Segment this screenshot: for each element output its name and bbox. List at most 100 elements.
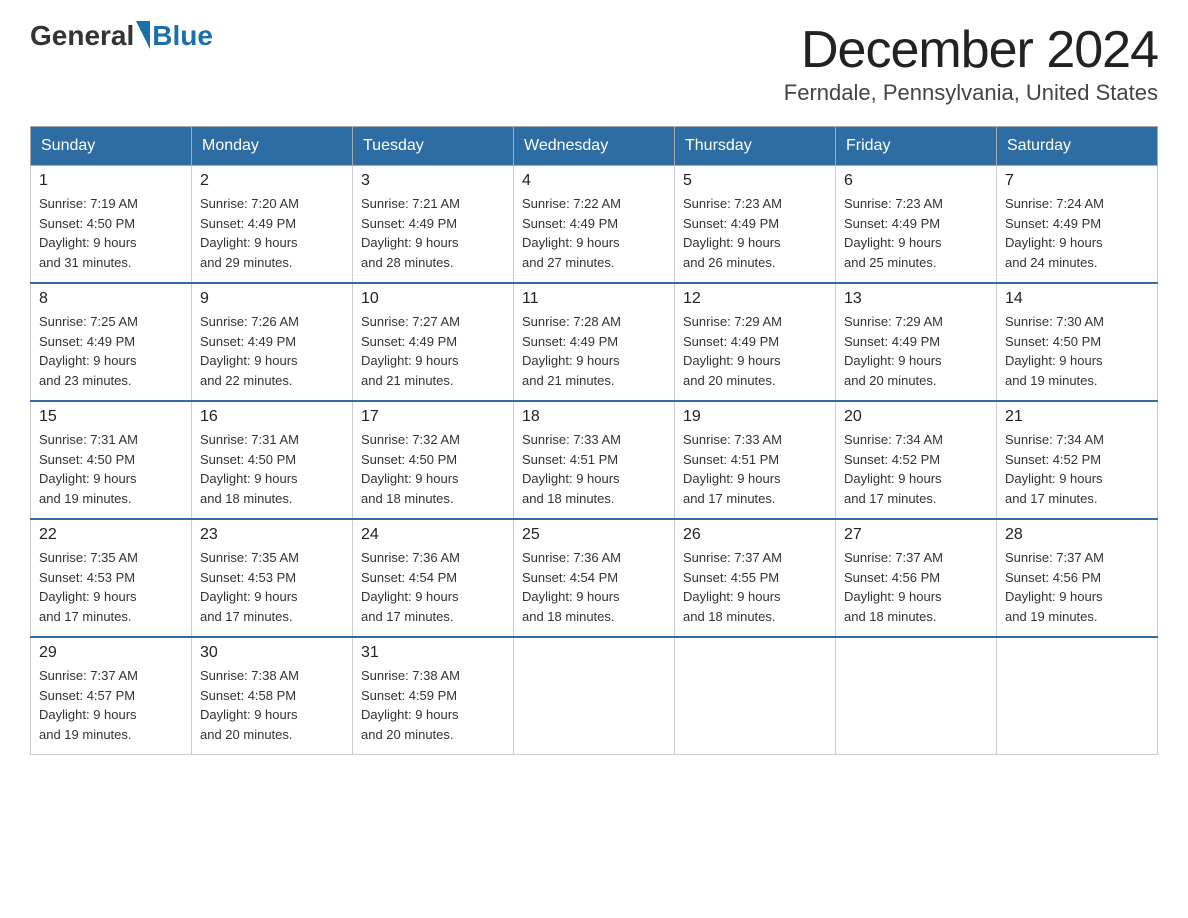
calendar-cell: 4 Sunrise: 7:22 AMSunset: 4:49 PMDaylight… <box>514 166 675 284</box>
day-info-line: Sunset: 4:50 PM <box>39 450 183 470</box>
calendar-cell: 9Sunrise: 7:26 AMSunset: 4:49 PMDaylight… <box>192 283 353 401</box>
calendar-cell: 29Sunrise: 7:37 AMSunset: 4:57 PMDayligh… <box>31 637 192 755</box>
logo-general-text: General <box>30 20 134 52</box>
day-number: 21 <box>1005 408 1149 426</box>
day-number: 22 <box>39 526 183 544</box>
day-info: Sunrise: 7:34 AMSunset: 4:52 PMDaylight:… <box>844 430 988 508</box>
day-info-line: Sunrise: 7:37 AM <box>683 548 827 568</box>
day-number: 13 <box>844 290 988 308</box>
day-info-line: Daylight: 9 hours <box>1005 587 1149 607</box>
day-info-line: Daylight: 9 hours <box>361 705 505 725</box>
day-number: 4 <box>522 172 666 190</box>
day-info-line: and 18 minutes. <box>361 489 505 509</box>
day-number: 3 <box>361 172 505 190</box>
day-info: Sunrise: 7:29 AMSunset: 4:49 PMDaylight:… <box>844 312 988 390</box>
calendar-cell: 31Sunrise: 7:38 AMSunset: 4:59 PMDayligh… <box>353 637 514 755</box>
day-info-line: Daylight: 9 hours <box>39 351 183 371</box>
day-info-line: Sunset: 4:49 PM <box>39 332 183 352</box>
day-info-line: Sunrise: 7:35 AM <box>39 548 183 568</box>
day-info: Sunrise: 7:22 AMSunset: 4:49 PMDaylight:… <box>522 194 666 272</box>
calendar-week-row: 15Sunrise: 7:31 AMSunset: 4:50 PMDayligh… <box>31 401 1158 519</box>
day-info: Sunrise: 7:23 AMSunset: 4:49 PMDaylight:… <box>844 194 988 272</box>
day-number: 19 <box>683 408 827 426</box>
month-title: December 2024 <box>784 20 1158 80</box>
day-info-line: and 17 minutes. <box>1005 489 1149 509</box>
calendar-cell: 10Sunrise: 7:27 AMSunset: 4:49 PMDayligh… <box>353 283 514 401</box>
day-info: Sunrise: 7:33 AMSunset: 4:51 PMDaylight:… <box>683 430 827 508</box>
day-number: 8 <box>39 290 183 308</box>
day-info-line: and 21 minutes. <box>361 371 505 391</box>
day-info-line: Daylight: 9 hours <box>39 705 183 725</box>
day-info-line: Sunrise: 7:35 AM <box>200 548 344 568</box>
day-info-line: Daylight: 9 hours <box>522 233 666 253</box>
calendar-cell: 13 Sunrise: 7:29 AMSunset: 4:49 PMDayligh… <box>836 283 997 401</box>
day-info-line: and 18 minutes. <box>522 489 666 509</box>
day-info-line: and 17 minutes. <box>39 607 183 627</box>
day-info-line: and 21 minutes. <box>522 371 666 391</box>
day-info-line: and 19 minutes. <box>39 725 183 745</box>
weekday-header-friday: Friday <box>836 127 997 166</box>
day-info-line: and 23 minutes. <box>39 371 183 391</box>
day-info: Sunrise: 7:31 AMSunset: 4:50 PMDaylight:… <box>200 430 344 508</box>
day-info-line: Daylight: 9 hours <box>200 705 344 725</box>
day-info-line: and 27 minutes. <box>522 253 666 273</box>
day-info-line: Sunset: 4:49 PM <box>844 332 988 352</box>
day-info-line: and 17 minutes. <box>844 489 988 509</box>
day-info-line: Sunset: 4:49 PM <box>683 214 827 234</box>
weekday-header-tuesday: Tuesday <box>353 127 514 166</box>
calendar-cell: 15Sunrise: 7:31 AMSunset: 4:50 PMDayligh… <box>31 401 192 519</box>
day-number: 1 <box>39 172 183 190</box>
day-info-line: Sunrise: 7:31 AM <box>200 430 344 450</box>
calendar-cell: 21Sunrise: 7:34 AMSunset: 4:52 PMDayligh… <box>997 401 1158 519</box>
day-info-line: Sunrise: 7:20 AM <box>200 194 344 214</box>
day-info-line: Sunset: 4:49 PM <box>522 214 666 234</box>
calendar-cell: 12Sunrise: 7:29 AMSunset: 4:49 PMDayligh… <box>675 283 836 401</box>
day-info: Sunrise: 7:20 AMSunset: 4:49 PMDaylight:… <box>200 194 344 272</box>
day-info-line: Sunset: 4:52 PM <box>1005 450 1149 470</box>
logo: General Blue <box>30 20 213 52</box>
day-number: 12 <box>683 290 827 308</box>
day-info-line: Sunrise: 7:36 AM <box>361 548 505 568</box>
day-info-line: Sunrise: 7:38 AM <box>361 666 505 686</box>
day-info-line: and 20 minutes. <box>683 371 827 391</box>
day-info-line: and 18 minutes. <box>683 607 827 627</box>
day-info-line: Daylight: 9 hours <box>1005 469 1149 489</box>
calendar-cell: 26Sunrise: 7:37 AMSunset: 4:55 PMDayligh… <box>675 519 836 637</box>
day-info-line: Daylight: 9 hours <box>39 233 183 253</box>
day-info-line: and 31 minutes. <box>39 253 183 273</box>
day-info-line: and 24 minutes. <box>1005 253 1149 273</box>
weekday-header-monday: Monday <box>192 127 353 166</box>
day-info-line: Sunset: 4:49 PM <box>683 332 827 352</box>
day-info-line: Sunrise: 7:31 AM <box>39 430 183 450</box>
day-info-line: Sunrise: 7:33 AM <box>683 430 827 450</box>
day-info-line: and 17 minutes. <box>361 607 505 627</box>
day-info-line: Sunrise: 7:38 AM <box>200 666 344 686</box>
day-info-line: Sunset: 4:56 PM <box>1005 568 1149 588</box>
day-info: Sunrise: 7:35 AMSunset: 4:53 PMDaylight:… <box>200 548 344 626</box>
weekday-header-row: SundayMondayTuesdayWednesdayThursdayFrid… <box>31 127 1158 166</box>
day-number: 29 <box>39 644 183 662</box>
calendar-cell: 16Sunrise: 7:31 AMSunset: 4:50 PMDayligh… <box>192 401 353 519</box>
day-number: 15 <box>39 408 183 426</box>
day-info-line: Sunrise: 7:26 AM <box>200 312 344 332</box>
day-info-line: Sunset: 4:56 PM <box>844 568 988 588</box>
day-info: Sunrise: 7:33 AMSunset: 4:51 PMDaylight:… <box>522 430 666 508</box>
day-info-line: Daylight: 9 hours <box>683 233 827 253</box>
day-info-line: Daylight: 9 hours <box>200 233 344 253</box>
day-info-line: Sunrise: 7:25 AM <box>39 312 183 332</box>
day-number: 7 <box>1005 172 1149 190</box>
day-info-line: and 20 minutes. <box>200 725 344 745</box>
calendar-cell <box>997 637 1158 755</box>
day-info-line: Daylight: 9 hours <box>844 351 988 371</box>
day-number: 31 <box>361 644 505 662</box>
day-info-line: Sunset: 4:49 PM <box>1005 214 1149 234</box>
calendar-cell <box>675 637 836 755</box>
day-info-line: and 17 minutes. <box>200 607 344 627</box>
day-info-line: Sunset: 4:54 PM <box>522 568 666 588</box>
day-info: Sunrise: 7:32 AMSunset: 4:50 PMDaylight:… <box>361 430 505 508</box>
day-info-line: and 28 minutes. <box>361 253 505 273</box>
day-info-line: Sunrise: 7:28 AM <box>522 312 666 332</box>
day-info: Sunrise: 7:35 AMSunset: 4:53 PMDaylight:… <box>39 548 183 626</box>
calendar-cell: 27Sunrise: 7:37 AMSunset: 4:56 PMDayligh… <box>836 519 997 637</box>
day-info-line: Sunset: 4:53 PM <box>39 568 183 588</box>
